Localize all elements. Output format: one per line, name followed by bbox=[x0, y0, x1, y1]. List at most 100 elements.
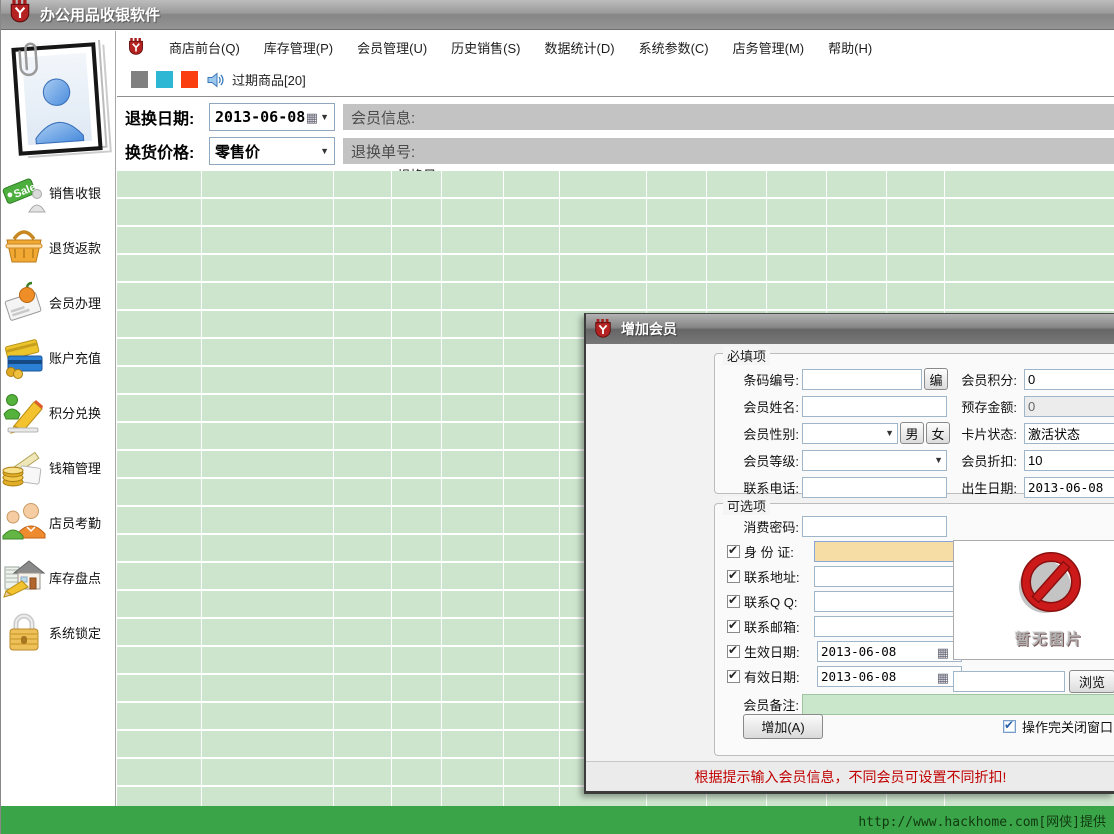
password-input[interactable] bbox=[802, 516, 947, 537]
phone-input[interactable] bbox=[802, 477, 947, 498]
credit-text: http://www.hackhome.com[网侠]提供 bbox=[858, 811, 1106, 830]
menu-item-storefront[interactable]: 商店前台(Q) bbox=[169, 38, 240, 57]
start-date-label: 生效日期: bbox=[744, 642, 802, 661]
sidebar: Sale 销售收银 退货返款 bbox=[1, 31, 116, 806]
idcard-label: 身 份 证: bbox=[744, 542, 802, 561]
sidebar-item-label: 店员考勤 bbox=[49, 513, 101, 532]
dialog-body: 必填项 条码编号: 编 会员积分: 会员姓名: 预存金额: 会员性别: bbox=[586, 344, 1114, 761]
deposit-input bbox=[1024, 396, 1114, 417]
required-fields-group: 必填项 条码编号: 编 会员积分: 会员姓名: 预存金额: 会员性别: bbox=[714, 353, 1114, 494]
menubar: 商店前台(Q) 库存管理(P) 会员管理(U) 历史销售(S) 数据统计(D) … bbox=[117, 31, 1114, 63]
house-pencil-icon bbox=[2, 555, 46, 599]
filter-panel: 退换日期: 2013-06-08 ▦ ▼ 会员信息: 换货价格: 零售价 ▼ 退… bbox=[117, 97, 1114, 171]
end-date-checkbox[interactable] bbox=[727, 670, 740, 683]
app-logo-icon bbox=[8, 0, 32, 29]
dialog-hint-text: 根据提示输入会员信息，不同会员可设置不同折扣! bbox=[695, 767, 1007, 787]
sidebar-item-membership[interactable]: 会员办理 bbox=[1, 280, 115, 324]
dialog-status-bar: 根据提示输入会员信息，不同会员可设置不同折扣! bbox=[586, 761, 1114, 791]
idcard-input[interactable] bbox=[814, 541, 959, 562]
return-order-no-display: 退换单号: bbox=[343, 138, 1114, 164]
member-name-input[interactable] bbox=[802, 396, 947, 417]
gray-swatch-button[interactable] bbox=[131, 71, 148, 88]
member-photo-placeholder bbox=[7, 37, 107, 165]
address-input[interactable] bbox=[814, 566, 959, 587]
add-member-button[interactable]: 增加(A) bbox=[743, 714, 823, 739]
member-level-select[interactable]: ▼ bbox=[802, 450, 947, 471]
phone-label: 联系电话: bbox=[715, 478, 799, 497]
remark-label: 会员备注: bbox=[715, 695, 799, 714]
app-window: 办公用品收银软件 bbox=[0, 0, 1114, 834]
price-mode-select[interactable]: 零售价 ▼ bbox=[209, 137, 335, 165]
sidebar-item-points-exchange[interactable]: 积分兑换 bbox=[1, 390, 115, 434]
sidebar-item-label: 退货返款 bbox=[49, 238, 101, 257]
orange-swatch-button[interactable] bbox=[181, 71, 198, 88]
sidebar-item-cashbox[interactable]: 钱箱管理 bbox=[1, 445, 115, 489]
menu-item-system-params[interactable]: 系统参数(C) bbox=[639, 38, 709, 57]
barcode-input[interactable] bbox=[802, 369, 922, 390]
chevron-down-icon: ▼ bbox=[320, 112, 329, 122]
qq-input[interactable] bbox=[814, 591, 959, 612]
card-state-input[interactable] bbox=[1024, 423, 1114, 444]
browse-button[interactable]: 浏览 bbox=[1069, 670, 1114, 693]
sidebar-item-label: 积分兑换 bbox=[49, 403, 101, 422]
sidebar-item-stocktake[interactable]: 库存盘点 bbox=[1, 555, 115, 599]
member-level-label: 会员等级: bbox=[715, 451, 799, 470]
sidebar-item-attendance[interactable]: 店员考勤 bbox=[1, 500, 115, 544]
sidebar-item-recharge[interactable]: 账户充值 bbox=[1, 335, 115, 379]
menu-item-members[interactable]: 会员管理(U) bbox=[357, 38, 427, 57]
points-label: 会员积分: bbox=[947, 370, 1017, 389]
close-after-done-checkbox[interactable] bbox=[1003, 720, 1016, 733]
start-date-checkbox[interactable] bbox=[727, 645, 740, 658]
gender-label: 会员性别: bbox=[715, 424, 799, 443]
qq-checkbox[interactable] bbox=[727, 595, 740, 608]
calendar-icon: ▦ bbox=[306, 111, 318, 124]
status-bar: http://www.hackhome.com[网侠]提供 bbox=[1, 806, 1114, 834]
sidebar-item-lock-system[interactable]: 系统锁定 bbox=[1, 610, 115, 654]
expired-goods-label[interactable]: 过期商品[20] bbox=[232, 70, 306, 89]
member-photo-box: 暂无图片 bbox=[953, 540, 1114, 660]
menu-item-statistics[interactable]: 数据统计(D) bbox=[545, 38, 615, 57]
dialog-titlebar[interactable]: 增加会员 bbox=[586, 314, 1114, 344]
coins-pencil-icon bbox=[2, 445, 46, 489]
close-after-done-label: 操作完关闭窗口 bbox=[1022, 717, 1113, 736]
basket-icon bbox=[2, 225, 46, 269]
sidebar-menu: Sale 销售收银 退货返款 bbox=[1, 170, 115, 654]
sidebar-item-label: 库存盘点 bbox=[49, 568, 101, 587]
birthday-input[interactable] bbox=[1024, 477, 1114, 498]
chevron-down-icon: ▼ bbox=[885, 428, 894, 438]
birthday-label: 出生日期: bbox=[947, 478, 1017, 497]
member-discount-label: 会员折扣: bbox=[947, 451, 1017, 470]
end-date-label: 有效日期: bbox=[744, 667, 802, 686]
speaker-icon[interactable] bbox=[206, 71, 224, 89]
sidebar-item-refund[interactable]: 退货返款 bbox=[1, 225, 115, 269]
remark-input[interactable] bbox=[802, 694, 1114, 715]
cyan-swatch-button[interactable] bbox=[156, 71, 173, 88]
edit-barcode-button[interactable]: 编 bbox=[924, 368, 948, 390]
sidebar-item-sales-checkout[interactable]: Sale 销售收银 bbox=[1, 170, 115, 214]
address-label: 联系地址: bbox=[744, 567, 802, 586]
gender-select[interactable]: ▼ bbox=[802, 423, 898, 444]
card-state-label: 卡片状态: bbox=[947, 424, 1017, 443]
member-discount-input[interactable] bbox=[1024, 450, 1114, 471]
menu-item-sales-history[interactable]: 历史销售(S) bbox=[451, 38, 520, 57]
menu-item-store-management[interactable]: 店务管理(M) bbox=[733, 38, 805, 57]
idcard-checkbox[interactable] bbox=[727, 545, 740, 558]
sidebar-item-label: 钱箱管理 bbox=[49, 458, 101, 477]
return-date-picker[interactable]: 2013-06-08 ▦ ▼ bbox=[209, 103, 335, 131]
menu-item-inventory[interactable]: 库存管理(P) bbox=[264, 38, 333, 57]
sale-tag-icon: Sale bbox=[2, 170, 46, 214]
email-input[interactable] bbox=[814, 616, 959, 637]
male-button[interactable]: 男 bbox=[900, 422, 924, 444]
sidebar-item-label: 系统锁定 bbox=[49, 623, 101, 642]
photo-path-input[interactable] bbox=[953, 671, 1065, 692]
member-card-icon bbox=[2, 280, 46, 324]
credit-cards-icon bbox=[2, 335, 46, 379]
sidebar-item-label: 销售收银 bbox=[49, 183, 101, 202]
email-checkbox[interactable] bbox=[727, 620, 740, 633]
no-image-icon bbox=[1001, 551, 1097, 629]
points-input[interactable] bbox=[1024, 369, 1114, 390]
address-checkbox[interactable] bbox=[727, 570, 740, 583]
menu-item-help[interactable]: 帮助(H) bbox=[828, 38, 872, 57]
optional-group-legend: 可选项 bbox=[723, 496, 770, 515]
exchange-price-label: 换货价格: bbox=[117, 139, 209, 163]
